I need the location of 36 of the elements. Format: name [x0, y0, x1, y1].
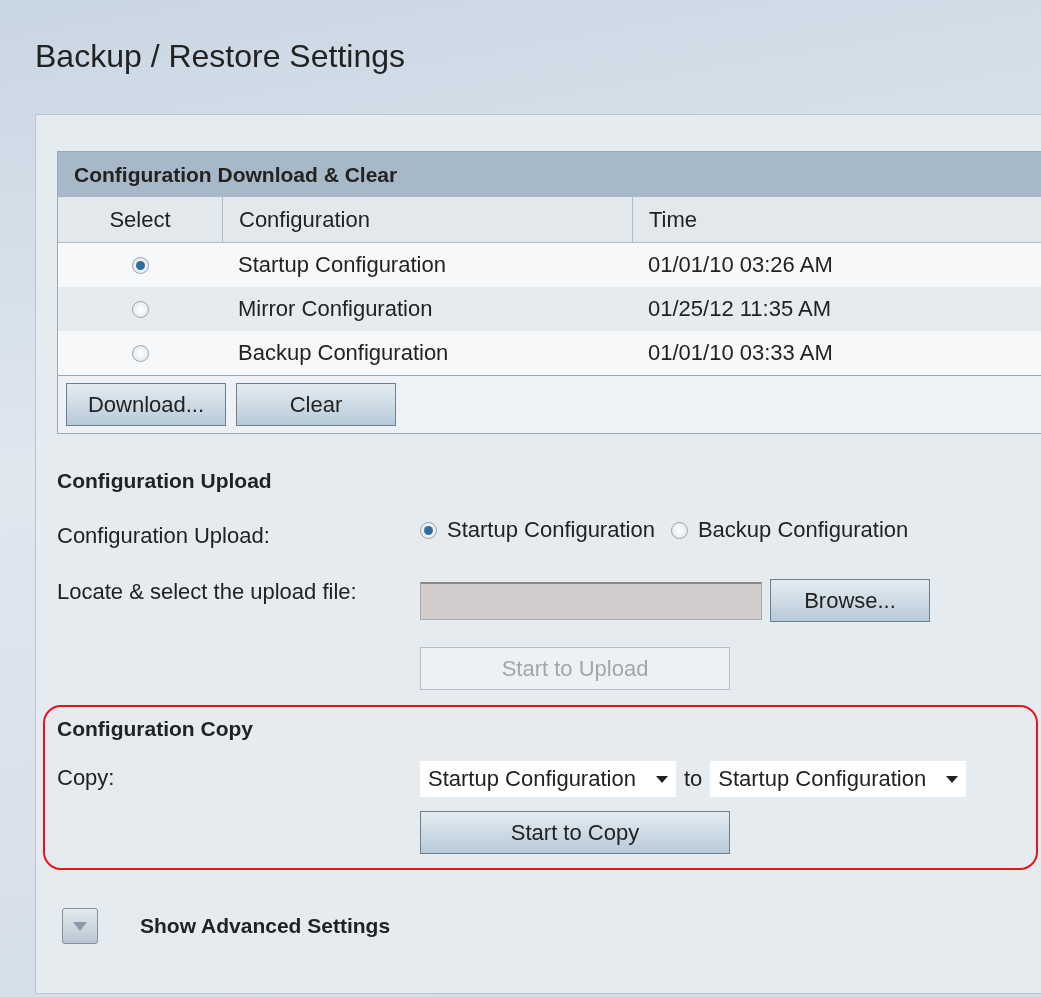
section-title: Configuration Upload	[57, 469, 273, 493]
radio-button[interactable]	[131, 300, 149, 318]
caret-icon	[655, 775, 668, 783]
browse-button[interactable]: Browse...	[770, 579, 930, 622]
copy-button[interactable]: Start to Copy	[420, 811, 730, 854]
toggle-label: Show Advanced Settings	[140, 914, 391, 938]
option-label: Startup Configuration	[447, 517, 655, 543]
file-field[interactable]	[420, 581, 762, 620]
joiner-text: to	[683, 766, 703, 792]
table-cell-text: 01/01/10 03:26 AM	[647, 251, 834, 279]
clear-button[interactable]: Clear	[236, 383, 396, 426]
dropdown[interactable]: Startup Configuration	[420, 761, 676, 797]
radio-button[interactable]	[670, 521, 688, 539]
column-header: Time	[648, 205, 699, 234]
table-cell-text: Backup Configuration	[237, 339, 450, 367]
radio-button[interactable]	[131, 344, 149, 362]
table-cell-text: Mirror Configuration	[237, 295, 434, 323]
column-header: Select	[58, 197, 223, 242]
caret-icon	[946, 775, 959, 783]
page-title: Backup / Restore Settings	[34, 37, 406, 76]
field-label: Configuration Upload:	[57, 523, 271, 549]
caret-icon	[73, 921, 87, 931]
section-title: Configuration Copy	[57, 717, 254, 741]
table-title: Configuration Download & Clear	[58, 152, 1041, 197]
field-label: Copy:	[57, 765, 116, 791]
expand-toggle[interactable]	[62, 908, 98, 944]
table-cell-text: 01/25/12 11:35 AM	[647, 295, 833, 323]
option-label: Backup Configuration	[697, 517, 909, 543]
field-label: Locate & select the upload file:	[57, 579, 358, 605]
radio-button[interactable]	[420, 521, 437, 539]
download-button[interactable]: Download...	[66, 383, 226, 426]
column-header: Configuration	[223, 197, 633, 242]
table-cell-text: Startup Configuration	[237, 251, 447, 279]
table-cell-text: 01/01/10 03:33 AM	[647, 339, 834, 367]
radio-button[interactable]	[131, 256, 149, 274]
dropdown[interactable]: Startup Configuration	[710, 761, 967, 797]
